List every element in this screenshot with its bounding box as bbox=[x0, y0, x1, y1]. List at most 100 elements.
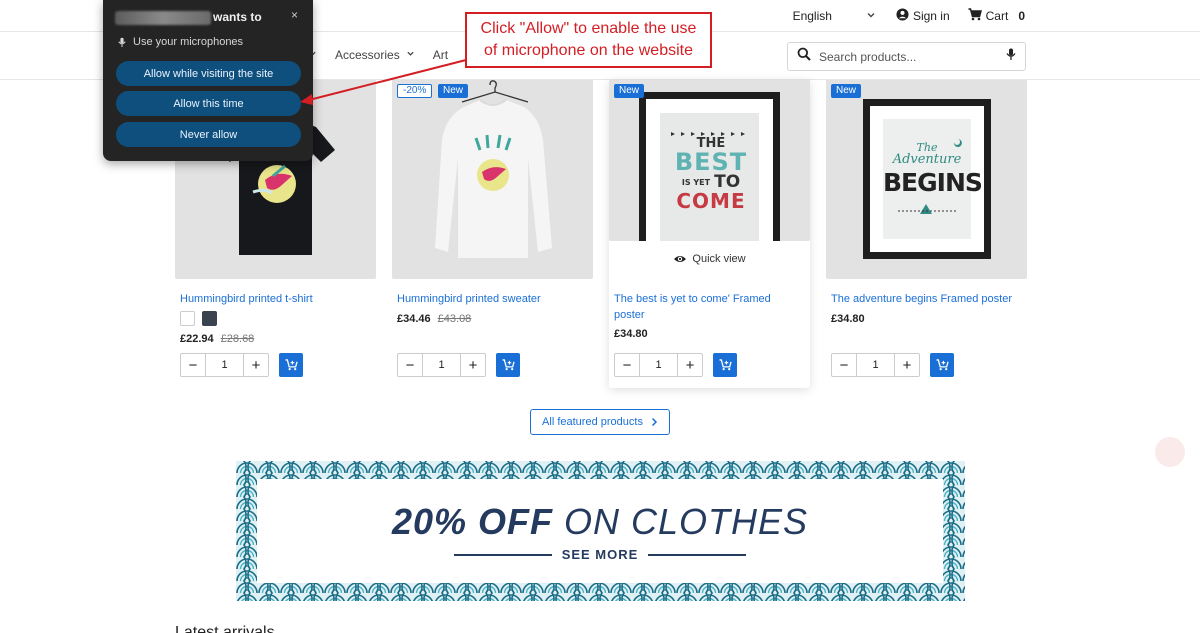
increase-button[interactable]: + bbox=[461, 354, 485, 376]
see-more-link[interactable]: SEE MORE bbox=[257, 547, 943, 562]
discount-badge: -20% bbox=[397, 84, 433, 98]
quantity-box: − 1 + bbox=[397, 353, 486, 377]
quantity-input[interactable]: 1 bbox=[205, 354, 244, 376]
product-image[interactable]: -20% New bbox=[392, 80, 593, 279]
poster-text: THE BEST IS YET TO COME bbox=[674, 136, 748, 213]
signin-label: Sign in bbox=[912, 9, 950, 23]
all-featured-products-label: All featured products bbox=[542, 416, 643, 428]
signin-link[interactable]: Sign in bbox=[896, 8, 950, 24]
color-swatch-white[interactable] bbox=[180, 311, 195, 326]
cart-link[interactable]: Cart 0 bbox=[968, 8, 1025, 24]
product-name[interactable]: The best is yet to come' Framed poster bbox=[614, 291, 804, 323]
instruction-callout: Click "Allow" to enable the use of micro… bbox=[465, 12, 712, 68]
product-price: £34.80 bbox=[831, 313, 865, 325]
language-selector[interactable]: English bbox=[793, 9, 876, 23]
nav-item-accessories[interactable]: Accessories bbox=[335, 48, 415, 62]
quantity-input[interactable]: 1 bbox=[422, 354, 461, 376]
search-input[interactable] bbox=[819, 49, 1006, 64]
banner-title-bold: 20% OFF bbox=[391, 501, 553, 542]
add-to-cart-button[interactable] bbox=[496, 353, 520, 377]
add-to-cart-button[interactable] bbox=[713, 353, 737, 377]
nav-item-art[interactable]: Art bbox=[433, 48, 448, 62]
color-swatches bbox=[180, 311, 217, 326]
product-name[interactable]: The adventure begins Framed poster bbox=[831, 291, 1021, 307]
add-to-cart-button[interactable] bbox=[930, 353, 954, 377]
decrease-button[interactable]: − bbox=[832, 354, 856, 376]
add-to-cart-button[interactable] bbox=[279, 353, 303, 377]
quantity-stepper: − 1 + bbox=[397, 353, 520, 377]
product-card[interactable]: THE BEST IS YET TO COME New Quick view T… bbox=[609, 80, 810, 388]
nav-links: Accessories Art bbox=[308, 48, 448, 62]
product-price: £34.46 £43.08 bbox=[397, 313, 471, 325]
quantity-input[interactable]: 1 bbox=[639, 354, 678, 376]
price-current: £34.80 bbox=[831, 313, 865, 325]
cart-count: 0 bbox=[1018, 9, 1025, 23]
callout-line-2: of microphone on the website bbox=[483, 42, 693, 59]
microphone-permission-popup: wants to × Use your microphones Allow wh… bbox=[103, 0, 313, 161]
nav-item-label: Art bbox=[432, 48, 449, 62]
quantity-input[interactable]: 1 bbox=[856, 354, 895, 376]
cart-icon bbox=[968, 8, 982, 24]
product-card[interactable]: -20% New Hummingbird printed sweater £34… bbox=[392, 80, 593, 377]
see-more-label: SEE MORE bbox=[561, 547, 639, 562]
quantity-box: − 1 + bbox=[614, 353, 703, 377]
new-badge: New bbox=[438, 84, 469, 98]
permission-title: wants to bbox=[213, 10, 262, 24]
allow-this-time-button[interactable]: Allow this time bbox=[116, 91, 301, 116]
decrease-button[interactable]: − bbox=[398, 354, 422, 376]
language-label: English bbox=[792, 9, 832, 23]
decrease-button[interactable]: − bbox=[615, 354, 639, 376]
quick-view-button[interactable]: Quick view bbox=[609, 253, 810, 265]
cart-add-icon bbox=[285, 359, 298, 371]
quantity-stepper: − 1 + bbox=[614, 353, 737, 377]
chevron-down-icon bbox=[866, 10, 876, 23]
search-bar bbox=[787, 42, 1026, 71]
close-icon[interactable]: × bbox=[291, 8, 298, 22]
allow-while-visiting-button[interactable]: Allow while visiting the site bbox=[116, 61, 301, 86]
chevron-right-icon bbox=[651, 417, 657, 427]
price-old: £28.68 bbox=[220, 333, 255, 345]
quantity-box: − 1 + bbox=[831, 353, 920, 377]
decrease-button[interactable]: − bbox=[181, 354, 205, 376]
color-swatch-dark[interactable] bbox=[202, 311, 217, 326]
quantity-box: − 1 + bbox=[180, 353, 269, 377]
quick-view-label: Quick view bbox=[692, 253, 746, 265]
divider bbox=[453, 553, 552, 556]
cart-label: Cart bbox=[985, 9, 1009, 23]
header-actions: English Sign in Cart 0 bbox=[793, 8, 1025, 24]
cart-add-icon bbox=[719, 359, 732, 371]
floating-action-button[interactable] bbox=[1155, 437, 1185, 467]
divider bbox=[648, 553, 747, 556]
microphone-icon bbox=[118, 37, 126, 47]
product-image[interactable]: The Adventure BEGINS New bbox=[826, 80, 1027, 279]
never-allow-button[interactable]: Never allow bbox=[116, 122, 301, 147]
poster-text: The Adventure BEGINS bbox=[883, 141, 983, 197]
section-heading: Latest arrivals bbox=[175, 624, 275, 633]
new-badge: New bbox=[614, 84, 645, 98]
microphone-icon[interactable] bbox=[1006, 48, 1016, 66]
increase-button[interactable]: + bbox=[678, 354, 702, 376]
sweater-image bbox=[435, 80, 552, 258]
promo-banner[interactable]: 20% OFF ON CLOTHES SEE MORE bbox=[236, 461, 965, 601]
price-current: £34.46 bbox=[397, 313, 431, 325]
product-name[interactable]: Hummingbird printed sweater bbox=[397, 291, 587, 307]
price-current: £22.94 bbox=[180, 333, 214, 345]
increase-button[interactable]: + bbox=[244, 354, 268, 376]
product-price: £22.94 £28.68 bbox=[180, 333, 254, 345]
search-icon[interactable] bbox=[797, 47, 811, 66]
price-current: £34.80 bbox=[614, 328, 648, 340]
all-featured-products-button[interactable]: All featured products bbox=[530, 409, 670, 435]
product-image[interactable]: THE BEST IS YET TO COME New bbox=[609, 80, 810, 241]
product-price: £34.80 bbox=[614, 328, 648, 340]
product-card[interactable]: The Adventure BEGINS New The adventure b… bbox=[826, 80, 1027, 377]
banner-content: 20% OFF ON CLOTHES SEE MORE bbox=[257, 479, 943, 583]
blurred-site-name bbox=[115, 11, 211, 25]
increase-button[interactable]: + bbox=[895, 354, 919, 376]
quantity-stepper: − 1 + bbox=[831, 353, 954, 377]
permission-text: Use your microphones bbox=[133, 36, 244, 48]
cart-add-icon bbox=[502, 359, 515, 371]
callout-line-1: Click "Allow" to enable the use bbox=[480, 20, 697, 37]
user-icon bbox=[896, 8, 909, 24]
quantity-stepper: − 1 + bbox=[180, 353, 303, 377]
product-name[interactable]: Hummingbird printed t-shirt bbox=[180, 291, 370, 307]
